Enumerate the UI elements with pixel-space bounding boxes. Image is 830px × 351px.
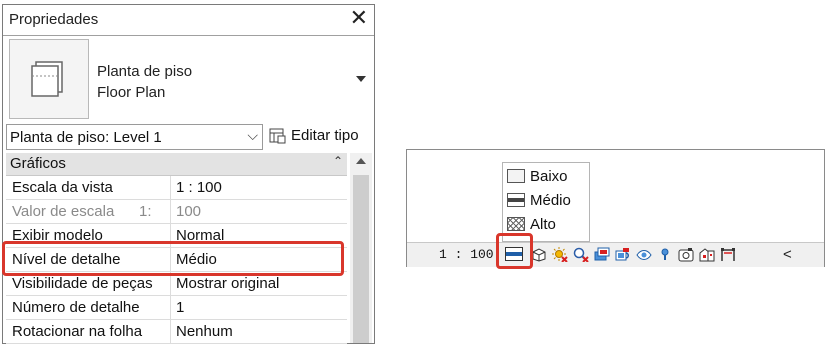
- menu-item-label: Médio: [530, 192, 571, 209]
- instance-filter-row: Planta de piso: Level 1 ⌵ Editar tipo: [3, 124, 374, 152]
- edit-type-label: Editar tipo: [291, 127, 359, 144]
- column-divider: [170, 248, 171, 272]
- property-label: Rotacionar na folha: [12, 323, 143, 340]
- shadows-icon[interactable]: [573, 247, 589, 262]
- menu-item-medio[interactable]: Médio: [507, 191, 589, 213]
- type-family-name: Planta de piso: [97, 63, 193, 80]
- view-control-panel: Baixo Médio Alto 1 : 100 <: [406, 149, 825, 267]
- visual-style-icon[interactable]: [531, 247, 547, 262]
- property-value: 100: [176, 203, 202, 220]
- group-header-graphics[interactable]: Gráficos ⌃: [6, 153, 347, 176]
- detail-low-icon: [507, 169, 525, 183]
- property-row-parts-visibility[interactable]: Visibilidade de peças Mostrar original: [6, 272, 347, 296]
- edit-type-icon: [269, 128, 286, 144]
- property-value[interactable]: Médio: [176, 251, 217, 268]
- column-divider: [170, 176, 171, 200]
- collapse-group-icon[interactable]: ⌃: [333, 154, 343, 168]
- type-dropdown-icon[interactable]: [356, 76, 366, 82]
- temporary-view-properties-icon[interactable]: [699, 247, 715, 262]
- scroll-up-icon[interactable]: [356, 158, 366, 164]
- floor-plan-thumbnail-icon: [9, 39, 89, 119]
- temporary-hide-icon[interactable]: [657, 247, 673, 262]
- menu-item-alto[interactable]: Alto: [507, 215, 589, 237]
- instance-filter-dropdown[interactable]: Planta de piso: Level 1 ⌵: [6, 124, 263, 150]
- detail-level-icon: [505, 247, 523, 261]
- property-value[interactable]: 1 : 100: [176, 179, 222, 196]
- analytical-model-icon[interactable]: [720, 247, 736, 262]
- menu-item-label: Alto: [530, 216, 556, 233]
- menu-item-label: Baixo: [530, 168, 568, 185]
- type-selector[interactable]: Planta de piso Floor Plan: [3, 36, 374, 122]
- property-row-detail-level[interactable]: Nível de detalhe Médio: [6, 248, 347, 272]
- detail-high-icon: [507, 217, 525, 231]
- unlock-3d-view-icon[interactable]: [636, 247, 652, 262]
- property-label: Valor de escala 1:: [12, 203, 168, 220]
- property-row-rotation-on-sheet[interactable]: Rotacionar na folha Nenhum: [6, 320, 347, 344]
- instance-filter-value: Planta de piso: Level 1: [10, 129, 162, 146]
- property-row-scale-value: Valor de escala 1: 100: [6, 200, 347, 224]
- reveal-hidden-icon[interactable]: [678, 247, 694, 262]
- view-scale-button[interactable]: 1 : 100: [439, 247, 494, 262]
- type-name: Floor Plan: [97, 84, 166, 101]
- property-value[interactable]: 1: [176, 299, 184, 316]
- property-value[interactable]: Normal: [176, 227, 224, 244]
- detail-medium-icon: [507, 193, 525, 207]
- property-label: Número de detalhe: [12, 299, 140, 316]
- vertical-scrollbar[interactable]: [350, 153, 372, 343]
- view-control-bar: 1 : 100 <: [407, 242, 824, 267]
- property-label: Exibir modelo: [12, 227, 103, 244]
- property-value[interactable]: Nenhum: [176, 323, 233, 340]
- close-icon[interactable]: ✕: [350, 7, 368, 29]
- property-value[interactable]: Mostrar original: [176, 275, 279, 292]
- property-row-view-scale[interactable]: Escala da vista 1 : 100: [6, 176, 347, 200]
- palette-title: Propriedades: [9, 11, 99, 28]
- column-divider: [170, 200, 171, 224]
- crop-view-icon[interactable]: [594, 247, 610, 262]
- property-label-suffix: 1:: [139, 203, 152, 220]
- detail-level-menu: Baixo Médio Alto: [502, 162, 590, 242]
- column-divider: [170, 272, 171, 296]
- detail-level-button[interactable]: [505, 246, 523, 262]
- properties-grid: Gráficos ⌃ Escala da vista 1 : 100 Valor…: [6, 153, 372, 344]
- property-label: Escala da vista: [12, 179, 113, 196]
- property-label: Visibilidade de peças: [12, 275, 153, 292]
- chevron-down-icon: ⌵: [247, 127, 258, 143]
- property-label: Nível de detalhe: [12, 251, 121, 268]
- scrollbar-thumb[interactable]: [353, 175, 369, 343]
- property-row-display-model[interactable]: Exibir modelo Normal: [6, 224, 347, 248]
- show-crop-region-icon[interactable]: [615, 247, 631, 262]
- group-header-label: Gráficos: [10, 155, 66, 172]
- sun-path-icon[interactable]: [552, 247, 568, 262]
- column-divider: [170, 320, 171, 344]
- property-label-text: Valor de escala: [12, 203, 115, 220]
- menu-item-baixo[interactable]: Baixo: [507, 167, 589, 189]
- palette-title-bar: Propriedades ✕: [3, 5, 374, 36]
- column-divider: [170, 296, 171, 320]
- properties-palette: Propriedades ✕ Planta de piso Floor Plan…: [2, 4, 375, 344]
- column-divider: [170, 224, 171, 248]
- property-row-detail-number[interactable]: Número de detalhe 1: [6, 296, 347, 320]
- collapse-icon[interactable]: <: [783, 246, 792, 263]
